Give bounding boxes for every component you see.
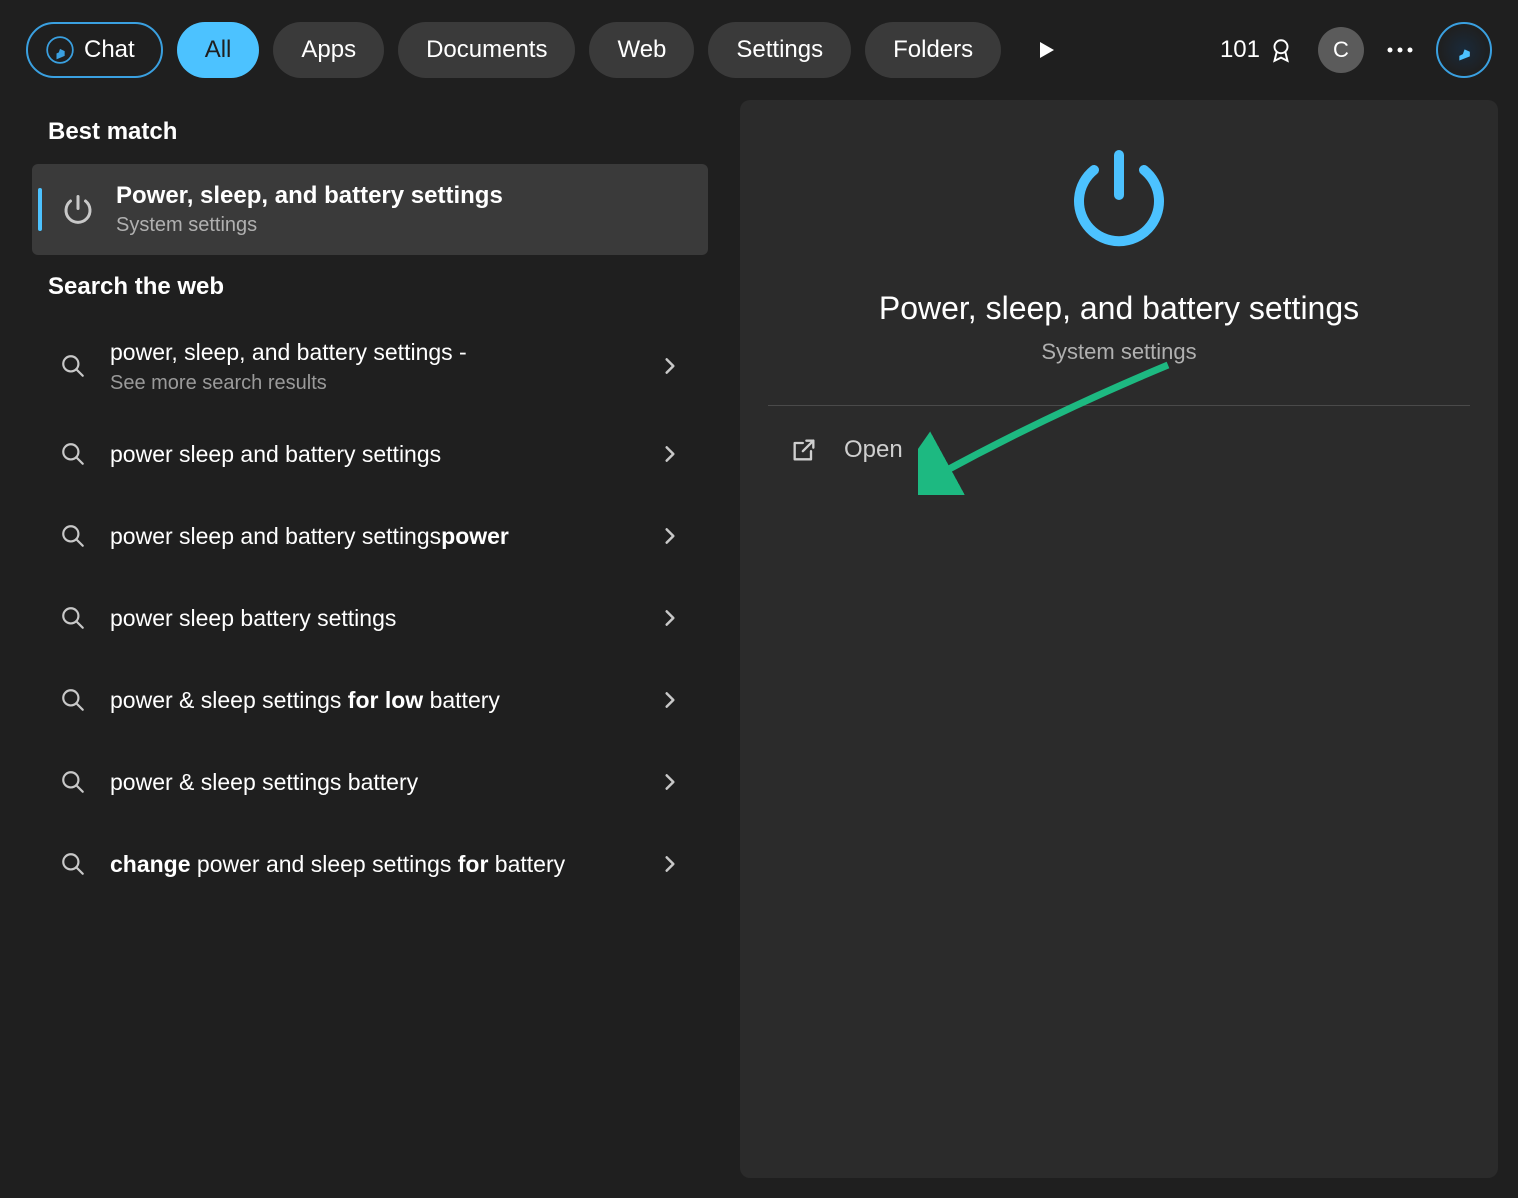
user-avatar[interactable]: C xyxy=(1318,27,1364,73)
best-match-result[interactable]: Power, sleep, and battery settings Syste… xyxy=(32,164,708,255)
open-external-icon xyxy=(790,436,818,464)
rewards-badge-icon xyxy=(1268,37,1294,63)
chevron-right-icon xyxy=(660,608,680,628)
search-icon xyxy=(60,441,86,467)
search-icon xyxy=(60,605,86,631)
power-icon xyxy=(1059,140,1179,260)
bing-icon xyxy=(46,36,74,64)
web-result-text: power sleep battery settings xyxy=(110,603,636,634)
open-action[interactable]: Open xyxy=(740,406,1498,494)
web-result-text: power sleep and battery settings xyxy=(110,439,636,470)
filter-documents[interactable]: Documents xyxy=(398,22,575,78)
detail-title: Power, sleep, and battery settings xyxy=(879,290,1359,327)
best-match-subtitle: System settings xyxy=(116,214,503,237)
rewards-indicator[interactable]: 101 xyxy=(1220,36,1294,64)
search-icon xyxy=(60,687,86,713)
open-label: Open xyxy=(844,436,903,464)
avatar-initial: C xyxy=(1333,37,1349,63)
play-icon xyxy=(1038,40,1056,60)
filter-apps[interactable]: Apps xyxy=(273,22,384,78)
filter-settings[interactable]: Settings xyxy=(708,22,851,78)
web-result-sub: See more search results xyxy=(110,372,636,395)
bing-icon xyxy=(1450,36,1478,64)
search-icon xyxy=(60,851,86,877)
web-result[interactable]: power & sleep settings for low battery xyxy=(32,659,708,741)
web-result-text: power, sleep, and battery settings - xyxy=(110,337,636,368)
bing-chat-button[interactable] xyxy=(1436,22,1492,78)
chevron-right-icon xyxy=(660,772,680,792)
web-result[interactable]: power sleep battery settings xyxy=(32,577,708,659)
rewards-points: 101 xyxy=(1220,36,1260,64)
search-icon xyxy=(60,769,86,795)
chat-label: Chat xyxy=(84,36,135,64)
detail-panel: Power, sleep, and battery settings Syste… xyxy=(740,100,1498,1178)
main-content: Best match Power, sleep, and battery set… xyxy=(0,100,1518,1178)
filter-all[interactable]: All xyxy=(177,22,260,78)
web-result-text: power sleep and battery settingspower xyxy=(110,521,636,552)
detail-subtitle: System settings xyxy=(1041,339,1196,365)
chevron-right-icon xyxy=(660,690,680,710)
more-options-button[interactable] xyxy=(1378,28,1422,72)
web-result[interactable]: power sleep and battery settingspower xyxy=(32,495,708,577)
results-column: Best match Power, sleep, and battery set… xyxy=(20,100,720,1178)
power-icon xyxy=(60,192,96,228)
chevron-right-icon xyxy=(660,854,680,874)
best-match-header: Best match xyxy=(20,100,720,164)
more-filters-button[interactable] xyxy=(1025,28,1069,72)
best-match-title: Power, sleep, and battery settings xyxy=(116,182,503,210)
web-result-text: change power and sleep settings for batt… xyxy=(110,849,636,880)
ellipsis-icon xyxy=(1386,46,1414,54)
web-result[interactable]: power, sleep, and battery settings - See … xyxy=(32,319,708,413)
search-web-header: Search the web xyxy=(20,255,720,319)
topbar: Chat All Apps Documents Web Settings Fol… xyxy=(0,0,1518,100)
chevron-right-icon xyxy=(660,526,680,546)
chevron-right-icon xyxy=(660,356,680,376)
search-icon xyxy=(60,523,86,549)
web-result-text: power & sleep settings battery xyxy=(110,767,636,798)
filter-folders[interactable]: Folders xyxy=(865,22,1001,78)
chat-button[interactable]: Chat xyxy=(26,22,163,78)
web-result[interactable]: power sleep and battery settings xyxy=(32,413,708,495)
chevron-right-icon xyxy=(660,444,680,464)
web-result-text: power & sleep settings for low battery xyxy=(110,685,636,716)
web-result[interactable]: change power and sleep settings for batt… xyxy=(32,823,708,905)
web-results-list: power, sleep, and battery settings - See … xyxy=(20,319,720,905)
web-result[interactable]: power & sleep settings battery xyxy=(32,741,708,823)
search-icon xyxy=(60,353,86,379)
filter-web[interactable]: Web xyxy=(589,22,694,78)
